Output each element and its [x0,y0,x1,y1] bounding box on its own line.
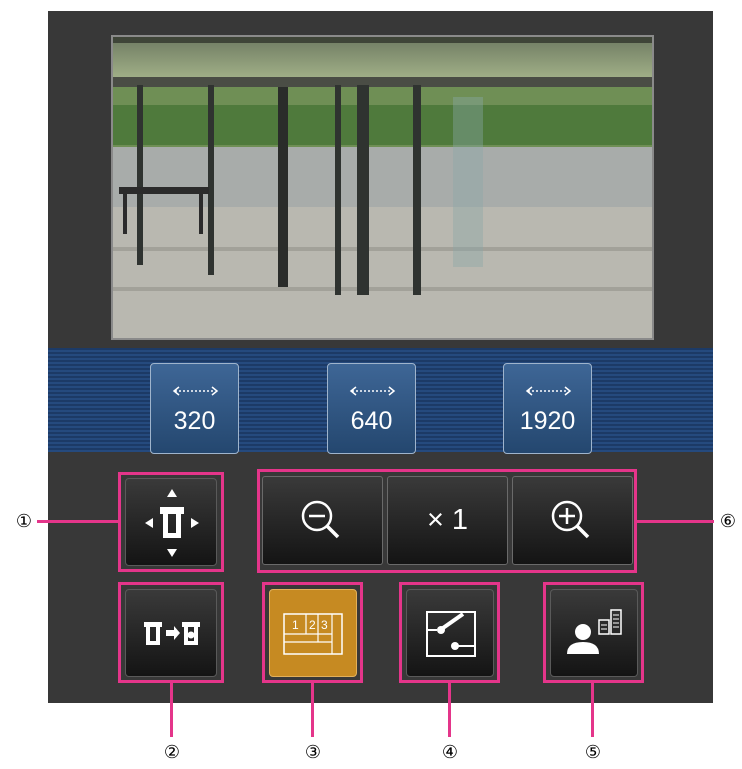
width-arrow-icon [172,386,219,396]
callout-line-6 [637,520,714,523]
zoom-out-button[interactable] [262,476,383,565]
user-status-button[interactable] [550,589,638,677]
callout-line-2 [170,683,173,737]
callout-2: ② [163,742,181,762]
callout-line-3 [311,683,314,737]
width-arrow-icon [525,386,572,396]
multiscreen-digit-3: 3 [321,618,328,632]
resolution-label: 640 [350,407,393,435]
callout-4: ④ [441,742,459,762]
callout-1: ① [15,511,33,531]
live-video-image [111,35,654,340]
callout-6: ⑥ [719,511,737,531]
zoom-out-icon [301,500,340,539]
multiscreen-digit-1: 1 [292,618,299,632]
multiscreen-icon: 1 2 3 [283,613,343,655]
user-status-icon [567,609,622,654]
resolution-label: 1920 [519,407,576,435]
resolution-button-640[interactable]: 640 [327,363,416,454]
resolution-label: 320 [173,407,216,435]
callout-line-5 [591,683,594,737]
zoom-in-icon [551,500,590,539]
callout-5: ⑤ [584,742,602,762]
camera-switch-button[interactable] [125,589,217,677]
resolution-button-1920[interactable]: 1920 [503,363,592,454]
callout-line-1 [37,520,118,523]
width-arrow-icon [349,386,396,396]
multiscreen-digit-2: 2 [309,618,316,632]
resolution-button-320[interactable]: 320 [150,363,239,454]
zoom-level-label: × 1 [426,504,469,536]
callout-3: ③ [304,742,322,762]
image-adjust-icon [426,611,476,657]
camera-switch-icon [144,622,200,645]
multiscreen-button[interactable]: 1 2 3 [269,589,357,677]
zoom-in-button[interactable] [512,476,633,565]
image-adjust-button[interactable] [406,589,494,677]
pan-tilt-control-icon [145,489,199,557]
pan-tilt-button[interactable] [125,478,217,566]
callout-line-4 [448,683,451,737]
zoom-level-display[interactable]: × 1 [387,476,508,565]
